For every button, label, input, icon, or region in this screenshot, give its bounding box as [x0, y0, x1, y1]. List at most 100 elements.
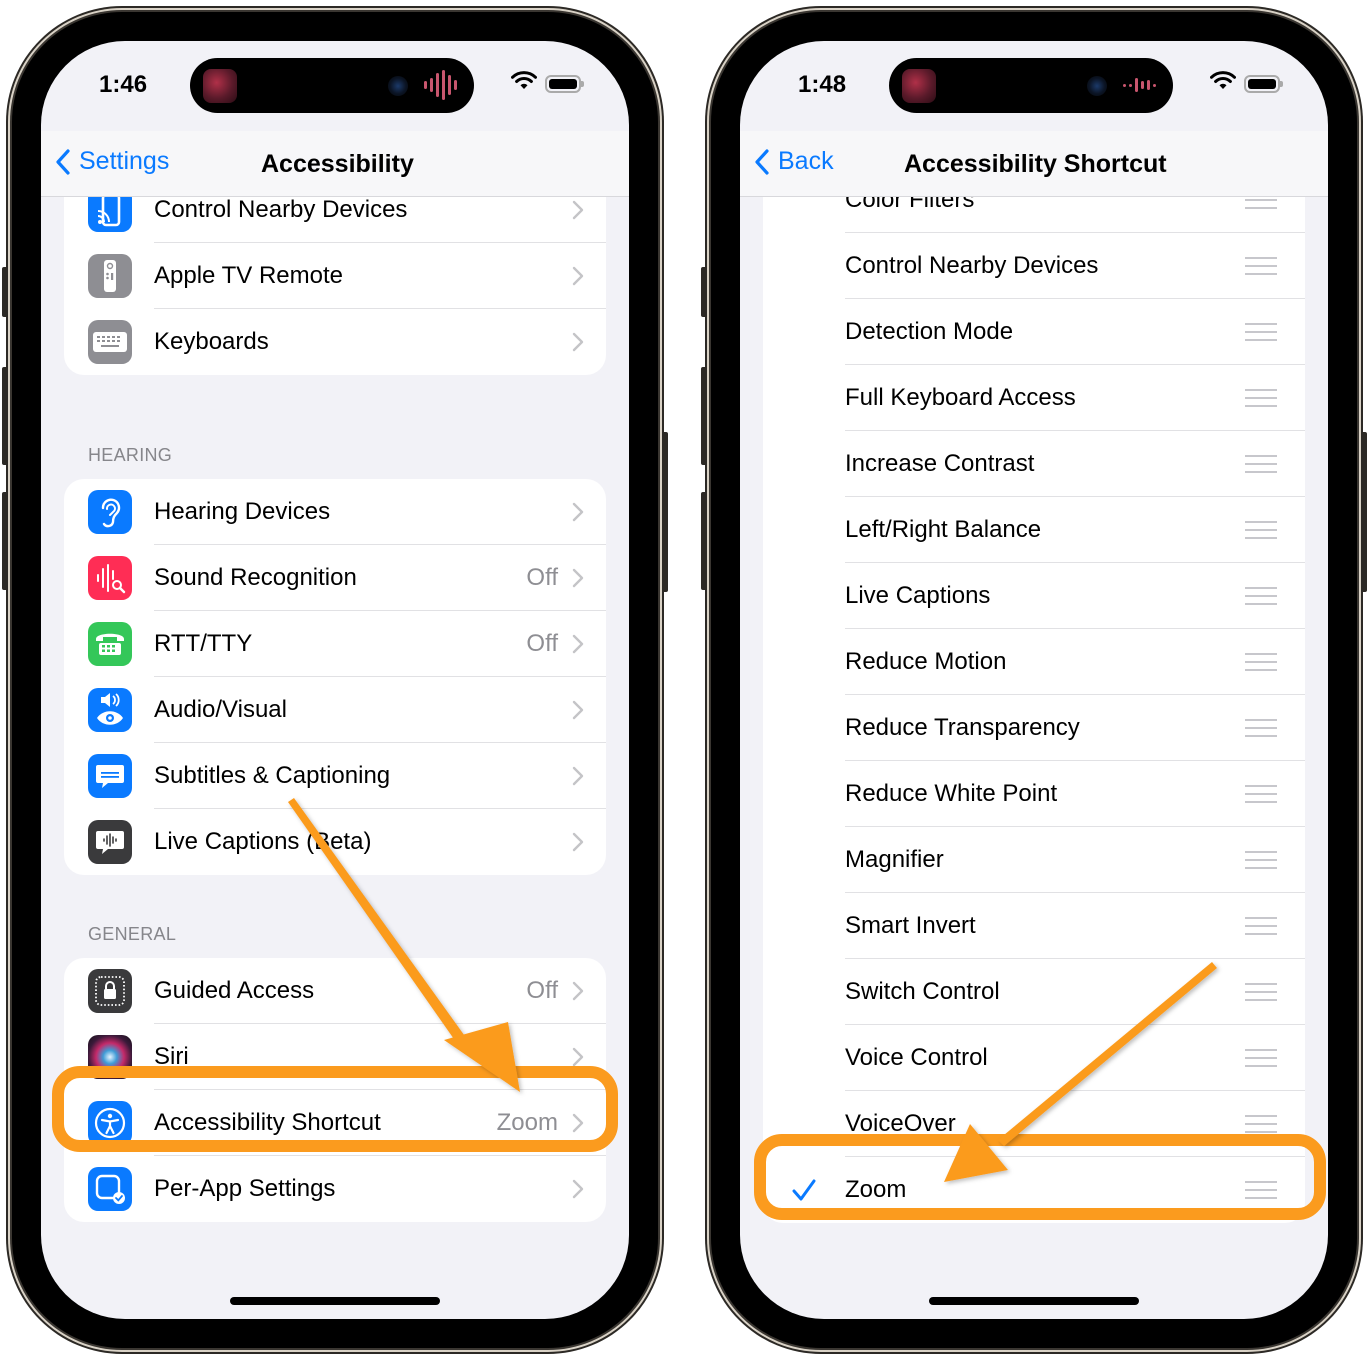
- row-label: Accessibility Shortcut: [154, 1109, 381, 1136]
- reorder-handle-icon[interactable]: [1245, 851, 1277, 869]
- shortcut-option-row[interactable]: Full Keyboard Access: [763, 365, 1305, 431]
- option-label: Magnifier: [845, 846, 944, 873]
- row-subtitles-captioning[interactable]: Subtitles & Captioning: [64, 743, 606, 809]
- chevron-right-icon: [572, 200, 584, 220]
- chevron-right-icon: [572, 568, 584, 588]
- row-label: Per-App Settings: [154, 1175, 336, 1202]
- row-live-captions[interactable]: Live Captions (Beta): [64, 809, 606, 875]
- reorder-handle-icon[interactable]: [1245, 323, 1277, 341]
- option-label: VoiceOver: [845, 1110, 956, 1137]
- action-button: [2, 267, 8, 317]
- reorder-handle-icon[interactable]: [1245, 521, 1277, 539]
- row-keyboards[interactable]: Keyboards: [64, 309, 606, 375]
- home-indicator[interactable]: [929, 1297, 1139, 1305]
- shortcut-option-row[interactable]: Reduce Transparency: [763, 695, 1305, 761]
- option-label: Reduce Motion: [845, 648, 1007, 675]
- back-button[interactable]: Back: [754, 147, 834, 176]
- row-hearing-devices[interactable]: Hearing Devices: [64, 479, 606, 545]
- chevron-right-icon: [572, 981, 584, 1001]
- dynamic-island[interactable]: [190, 58, 474, 113]
- row-label: Live Captions (Beta): [154, 828, 372, 855]
- shortcut-option-row[interactable]: Voice Control: [763, 1025, 1305, 1091]
- row-apple-tv-remote[interactable]: Apple TV Remote: [64, 243, 606, 309]
- reorder-handle-icon[interactable]: [1245, 1181, 1277, 1199]
- shortcut-option-row[interactable]: Live Captions: [763, 563, 1305, 629]
- group-general: Guided Access Off Siri Accessibility Sho…: [64, 958, 606, 1222]
- chevron-left-icon: [755, 148, 769, 175]
- shortcut-option-row[interactable]: Detection Mode: [763, 299, 1305, 365]
- reorder-handle-icon[interactable]: [1245, 389, 1277, 407]
- phone-right: 1:48 Back Accessibility Shortcut Color F…: [701, 12, 1367, 1348]
- shortcut-option-row[interactable]: Zoom: [763, 1157, 1305, 1223]
- row-label: RTT/TTY: [154, 630, 253, 657]
- group-hearing: Hearing Devices Sound Recognition Off RT…: [64, 479, 606, 875]
- volume-down-button: [2, 492, 8, 590]
- home-indicator[interactable]: [230, 1297, 440, 1305]
- shortcut-option-row[interactable]: Smart Invert: [763, 893, 1305, 959]
- wifi-icon: [1210, 71, 1236, 89]
- row-per-app-settings[interactable]: Per-App Settings: [64, 1156, 606, 1222]
- ear-icon: [88, 490, 132, 534]
- dynamic-island[interactable]: [889, 58, 1173, 113]
- reorder-handle-icon[interactable]: [1245, 917, 1277, 935]
- back-label: Back: [778, 147, 834, 175]
- checkmark-slot: [763, 1178, 845, 1202]
- reorder-handle-icon[interactable]: [1245, 1115, 1277, 1133]
- shortcut-option-row[interactable]: Control Nearby Devices: [763, 233, 1305, 299]
- shortcut-option-row[interactable]: Increase Contrast: [763, 431, 1305, 497]
- row-siri[interactable]: Siri: [64, 1024, 606, 1090]
- shortcut-option-row[interactable]: Reduce Motion: [763, 629, 1305, 695]
- live-captions-icon: [88, 820, 132, 864]
- row-label: Guided Access: [154, 977, 315, 1004]
- section-header-general: GENERAL: [88, 924, 177, 944]
- wifi-icon: [511, 71, 537, 89]
- page-title: Accessibility Shortcut: [904, 150, 1167, 178]
- chevron-right-icon: [572, 634, 584, 654]
- reorder-handle-icon[interactable]: [1245, 257, 1277, 275]
- chevron-left-icon: [56, 148, 70, 175]
- option-label: Control Nearby Devices: [845, 252, 1099, 279]
- shortcut-option-row[interactable]: Left/Right Balance: [763, 497, 1305, 563]
- back-button[interactable]: Settings: [55, 147, 169, 176]
- shortcut-option-row[interactable]: VoiceOver: [763, 1091, 1305, 1157]
- row-label: Subtitles & Captioning: [154, 762, 391, 789]
- reorder-handle-icon[interactable]: [1245, 719, 1277, 737]
- shortcut-option-row[interactable]: Switch Control: [763, 959, 1305, 1025]
- status-bar: 1:46: [41, 41, 629, 131]
- row-audio-visual[interactable]: Audio/Visual: [64, 677, 606, 743]
- reorder-handle-icon[interactable]: [1245, 785, 1277, 803]
- row-value: Off: [526, 630, 558, 657]
- status-bar: 1:48: [740, 41, 1328, 131]
- row-value: Zoom: [496, 1109, 558, 1136]
- shortcut-option-row[interactable]: Magnifier: [763, 827, 1305, 893]
- row-guided-access[interactable]: Guided Access Off: [64, 958, 606, 1024]
- reorder-handle-icon[interactable]: [1245, 455, 1277, 473]
- row-sound-recognition[interactable]: Sound Recognition Off: [64, 545, 606, 611]
- option-label: Detection Mode: [845, 318, 1014, 345]
- volume-up-button: [2, 367, 8, 465]
- shortcut-option-row[interactable]: Reduce White Point: [763, 761, 1305, 827]
- volume-down-button: [701, 492, 707, 590]
- row-label: Siri: [154, 1043, 189, 1070]
- row-value: Off: [526, 977, 558, 1004]
- reorder-handle-icon[interactable]: [1245, 653, 1277, 671]
- reorder-handle-icon[interactable]: [1245, 1049, 1277, 1067]
- reorder-handle-icon[interactable]: [1245, 983, 1277, 1001]
- row-label: Sound Recognition: [154, 564, 357, 591]
- option-label: Live Captions: [845, 582, 991, 609]
- subtitles-icon: [88, 754, 132, 798]
- option-label: Zoom: [845, 1176, 907, 1203]
- settings-list: Control Nearby Devices Apple TV Remote K…: [41, 177, 629, 1319]
- album-art-icon: [203, 69, 237, 103]
- row-rtt-tty[interactable]: RTT/TTY Off: [64, 611, 606, 677]
- group-interaction: Control Nearby Devices Apple TV Remote K…: [64, 177, 606, 375]
- back-label: Settings: [79, 147, 170, 175]
- phone-left: 1:46 Settings Accessibility Control Near…: [2, 12, 668, 1348]
- chevron-right-icon: [572, 266, 584, 286]
- tty-phone-icon: [88, 622, 132, 666]
- row-accessibility-shortcut[interactable]: Accessibility Shortcut Zoom: [64, 1090, 606, 1156]
- option-label: Reduce Transparency: [845, 714, 1080, 741]
- accessibility-person-icon: [88, 1101, 132, 1145]
- row-label: Apple TV Remote: [154, 262, 343, 289]
- reorder-handle-icon[interactable]: [1245, 587, 1277, 605]
